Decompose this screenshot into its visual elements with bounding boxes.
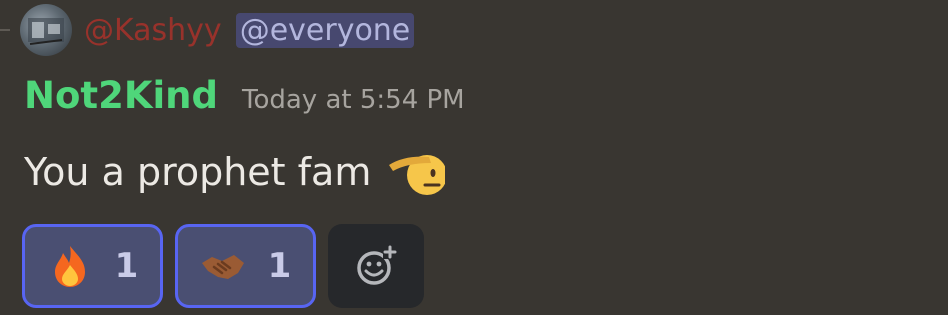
reply-connector bbox=[0, 29, 10, 31]
add-reaction-button[interactable] bbox=[328, 224, 424, 308]
reaction-count: 1 bbox=[267, 246, 292, 286]
reaction-fire[interactable]: 1 bbox=[22, 224, 163, 308]
handshake-icon bbox=[201, 255, 244, 279]
add-emoji-icon bbox=[357, 245, 397, 285]
message-content: You a prophet fam bbox=[24, 142, 446, 202]
reply-preview[interactable]: @Kashyy @everyone bbox=[0, 4, 415, 56]
message-text: You a prophet fam bbox=[24, 150, 372, 194]
mention-everyone[interactable]: @everyone bbox=[235, 12, 415, 48]
reaction-count: 1 bbox=[114, 246, 139, 286]
reactions-bar: 1 1 bbox=[22, 224, 424, 308]
fire-icon bbox=[54, 246, 85, 287]
username[interactable]: Not2Kind bbox=[24, 74, 218, 117]
message-header: Not2Kind Today at 5:54 PM bbox=[24, 74, 465, 130]
reply-author[interactable]: @Kashyy bbox=[84, 13, 222, 48]
saluting-face-icon bbox=[389, 155, 446, 195]
timestamp: Today at 5:54 PM bbox=[242, 85, 465, 115]
reaction-handshake[interactable]: 1 bbox=[175, 224, 316, 308]
avatar-image bbox=[28, 18, 64, 45]
avatar[interactable] bbox=[20, 4, 72, 56]
